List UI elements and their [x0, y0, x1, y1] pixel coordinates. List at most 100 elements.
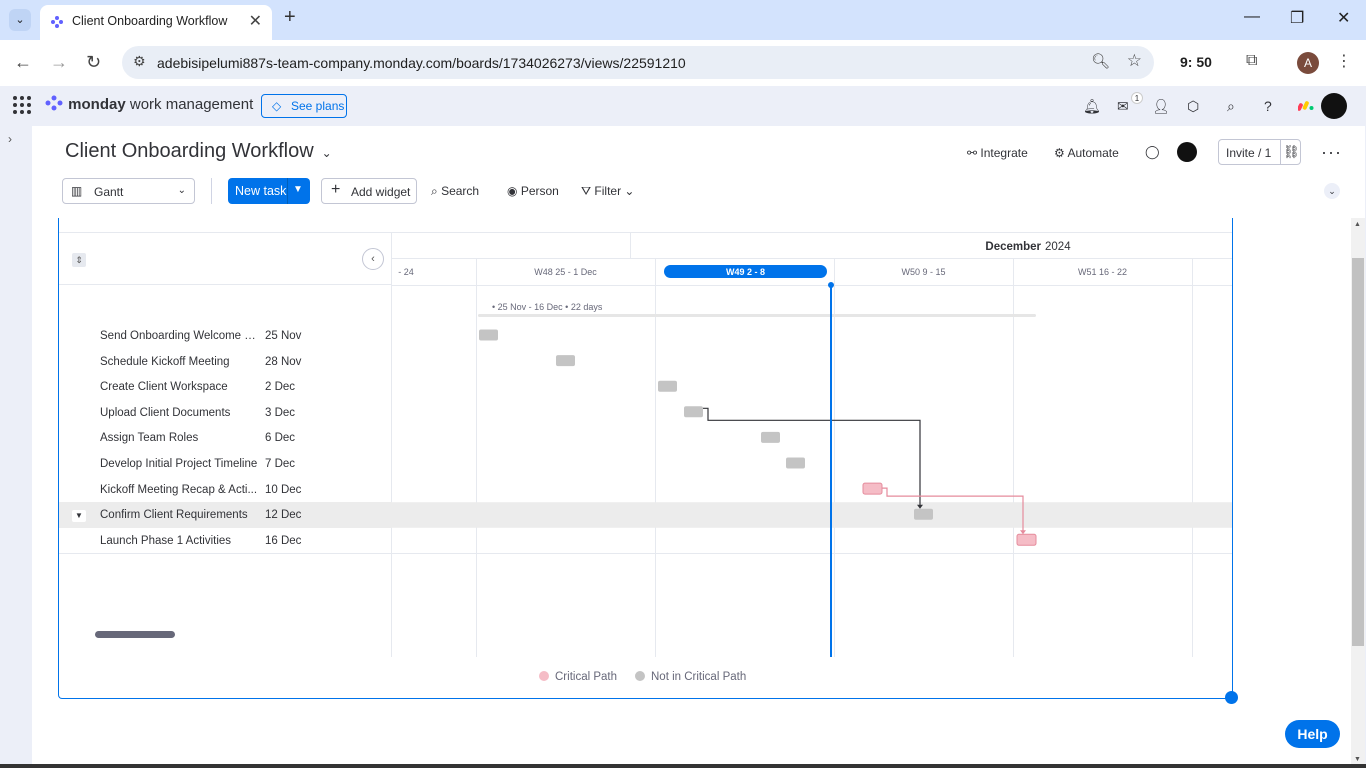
logo-bold-text: monday: [68, 96, 126, 113]
help-icon[interactable]: ?: [1264, 98, 1272, 114]
task-bar[interactable]: [1016, 533, 1037, 546]
chevron-down-icon[interactable]: ⌄: [322, 146, 332, 160]
taskbar-edge: [0, 764, 1366, 768]
notifications-bell-icon[interactable]: 🔔︎: [1083, 98, 1101, 115]
tab-search-chevron-icon[interactable]: ⌄: [9, 9, 31, 31]
task-name[interactable]: Launch Phase 1 Activities: [100, 535, 260, 547]
filter-button[interactable]: ⛛ Filter ⌄: [581, 184, 634, 199]
board-owner-avatar[interactable]: [1177, 142, 1197, 162]
monday-logo[interactable]: monday work management: [44, 95, 253, 113]
new-task-label: New task: [235, 184, 287, 198]
task-row[interactable]: Upload Client Documents 3 Dec: [59, 400, 392, 426]
minimize-icon[interactable]: —: [1244, 8, 1260, 26]
monday-mark-icon: [45, 95, 63, 111]
board-title[interactable]: Client Onboarding Workflow ⌄: [65, 140, 332, 163]
copy-link-icon[interactable]: ⛓: [1283, 144, 1300, 160]
task-row[interactable]: Develop Initial Project Timeline 7 Dec: [59, 451, 392, 477]
forward-icon[interactable]: →: [50, 52, 68, 73]
task-name[interactable]: Schedule Kickoff Meeting: [100, 356, 260, 368]
week-label: W48 25 - 1 Dec: [534, 267, 597, 277]
task-bar[interactable]: [786, 457, 805, 469]
week-label: W50 9 - 15: [901, 267, 945, 277]
app-switcher-icon[interactable]: [13, 96, 31, 114]
close-tab-icon[interactable]: ✕: [249, 11, 262, 31]
expand-sidebar-icon[interactable]: ›: [8, 132, 12, 146]
zoom-icon[interactable]: 🔍︎: [1091, 52, 1110, 70]
task-bar[interactable]: [658, 380, 677, 392]
task-row[interactable]: Create Client Workspace 2 Dec: [59, 374, 392, 400]
restore-icon[interactable]: ❐: [1290, 8, 1304, 28]
task-date: 3 Dec: [265, 406, 296, 419]
browser-menu-icon[interactable]: ⋮: [1336, 51, 1352, 71]
task-bar[interactable]: [684, 406, 703, 418]
back-icon[interactable]: ←: [14, 52, 32, 73]
task-name[interactable]: Assign Team Roles: [100, 432, 260, 444]
task-bar[interactable]: [914, 508, 933, 520]
see-plans-button[interactable]: ◇ See plans: [261, 94, 347, 118]
browser-tab-bar: ⌄ Client Onboarding Workflow ✕ + — ❐ ✕: [0, 0, 1366, 40]
scroll-thumb[interactable]: [1352, 258, 1364, 646]
invite-members-icon[interactable]: 👤︎: [1152, 98, 1170, 115]
task-bar[interactable]: [556, 355, 575, 367]
row-menu-caret-icon[interactable]: ▼: [72, 510, 86, 523]
task-row[interactable]: Assign Team Roles 6 Dec: [59, 425, 392, 451]
board-area: Client Onboarding Workflow ⌄ ⚯ Integrate …: [32, 126, 1365, 768]
integrate-button[interactable]: ⚯ Integrate: [967, 146, 1028, 160]
new-tab-icon[interactable]: +: [284, 6, 296, 29]
clock-readout: 9: 50: [1180, 54, 1212, 70]
task-row[interactable]: Schedule Kickoff Meeting 28 Nov: [59, 349, 392, 375]
task-name[interactable]: Upload Client Documents: [100, 407, 260, 419]
chevron-down-icon[interactable]: ⌄: [621, 184, 634, 198]
task-date: 12 Dec: [265, 509, 302, 522]
scroll-up-icon[interactable]: ▲: [1354, 221, 1361, 228]
url-text[interactable]: adebisipelumi887s-team-company.monday.co…: [157, 55, 686, 71]
filter-icon: ⛛: [581, 184, 595, 198]
gantt-widget: ⇕ ‹ Send Onboarding Welcome E... 25 Nov Sc…: [58, 218, 1233, 699]
widget-resize-handle[interactable]: [1225, 691, 1238, 704]
task-name[interactable]: Confirm Client Requirements: [100, 509, 260, 521]
task-name[interactable]: Create Client Workspace: [100, 381, 260, 393]
apps-icon[interactable]: ⬡: [1187, 98, 1199, 115]
extensions-icon[interactable]: ⧉: [1246, 52, 1257, 70]
scroll-down-icon[interactable]: ▼: [1354, 756, 1361, 763]
search-icon[interactable]: ⌕: [1227, 98, 1235, 115]
reload-icon[interactable]: ↻: [86, 52, 101, 73]
collapse-task-list-icon[interactable]: ‹: [362, 248, 384, 270]
address-bar[interactable]: ⚙ adebisipelumi887s-team-company.monday.…: [122, 46, 1154, 79]
task-name[interactable]: Kickoff Meeting Recap & Acti...: [100, 484, 260, 496]
add-widget-button[interactable]: + Add widget: [321, 178, 417, 204]
task-row[interactable]: Kickoff Meeting Recap & Acti... 10 Dec: [59, 477, 392, 503]
monday-apps-logo-icon[interactable]: [1297, 99, 1314, 114]
task-name[interactable]: Send Onboarding Welcome E...: [100, 330, 260, 342]
updates-icon[interactable]: ◯: [1145, 144, 1160, 160]
task-name[interactable]: Develop Initial Project Timeline: [100, 458, 260, 470]
task-row[interactable]: Send Onboarding Welcome E... 25 Nov: [59, 323, 392, 349]
browser-tab[interactable]: Client Onboarding Workflow ✕: [40, 5, 272, 40]
task-bar[interactable]: [862, 482, 883, 495]
task-date: 6 Dec: [265, 432, 296, 445]
close-window-icon[interactable]: ✕: [1337, 8, 1350, 28]
person-filter-button[interactable]: ◉ Person: [507, 184, 559, 198]
search-button[interactable]: ⌕ Search: [431, 184, 479, 199]
help-button[interactable]: Help: [1285, 720, 1340, 748]
collapse-header-icon[interactable]: ⌄: [1324, 183, 1340, 199]
user-avatar[interactable]: [1321, 93, 1347, 119]
horizontal-scrollbar[interactable]: [95, 631, 175, 638]
task-bar[interactable]: [479, 329, 498, 341]
task-row[interactable]: Launch Phase 1 Activities 16 Dec: [59, 528, 392, 554]
bookmark-star-icon[interactable]: ☆: [1127, 51, 1142, 71]
invite-button[interactable]: Invite / 1 ⛓: [1218, 139, 1301, 165]
view-selector[interactable]: ▥ Gantt ⌄: [62, 178, 195, 204]
automate-button[interactable]: ⚙ Automate: [1054, 146, 1119, 160]
inbox-icon[interactable]: ✉: [1117, 98, 1129, 115]
expand-collapse-icon[interactable]: ⇕: [72, 253, 86, 267]
new-task-button[interactable]: New task ▼: [228, 178, 310, 204]
new-task-dropdown-icon[interactable]: ▼: [293, 184, 303, 195]
profile-avatar[interactable]: A: [1297, 52, 1319, 74]
vertical-scrollbar[interactable]: ▲ ▼: [1351, 218, 1365, 768]
task-row[interactable]: ▼ Confirm Client Requirements 12 Dec: [59, 502, 392, 528]
month-name: December: [985, 241, 1041, 253]
site-info-icon[interactable]: ⚙: [133, 53, 146, 70]
task-bar[interactable]: [761, 431, 780, 443]
board-menu-icon[interactable]: ···: [1321, 142, 1342, 163]
